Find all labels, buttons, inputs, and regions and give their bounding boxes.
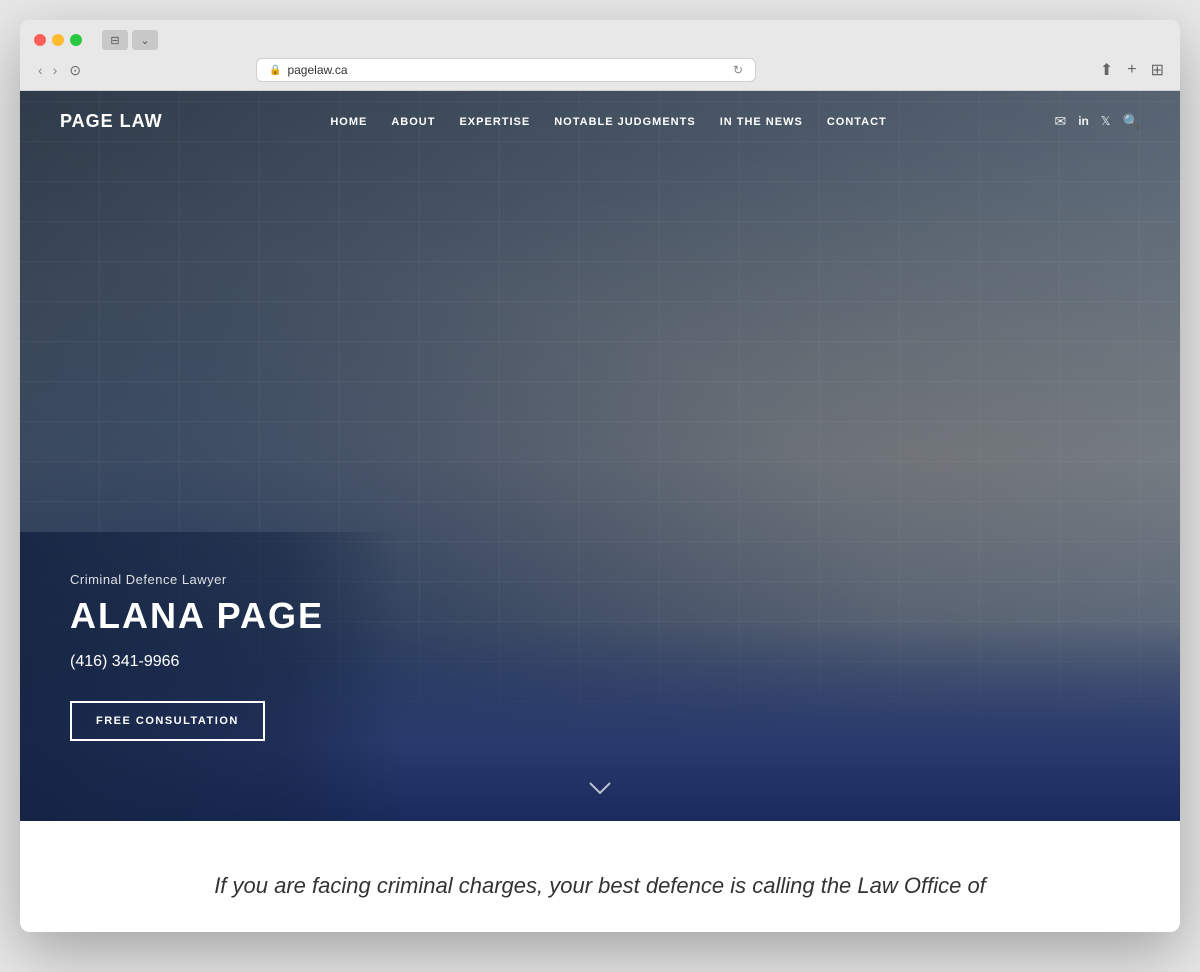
lock-icon: 🔒 [269,65,281,76]
nav-link-home[interactable]: HOME [330,116,367,128]
forward-button[interactable]: › [49,60,62,80]
navigation-bar: PAGE LAW HOME ABOUT EXPERTISE NOTABLE JU… [20,91,1180,151]
nav-link-about[interactable]: ABOUT [391,116,435,128]
free-consultation-button[interactable]: FREE CONSULTATION [70,701,265,741]
nav-social-icons: ✉ in 𝕏 🔍 [1054,113,1140,130]
maximize-button[interactable] [70,34,82,46]
back-button[interactable]: ‹ [34,60,47,80]
browser-actions: ⬆ + ⊞ [1098,58,1166,82]
browser-top-bar: ⊟ ⌄ [34,30,1166,50]
hero-phone[interactable]: (416) 341-9966 [70,653,350,671]
hero-text-overlay: Criminal Defence Lawyer ALANA PAGE (416)… [20,532,400,821]
url-text: pagelaw.ca [287,63,347,77]
below-hero-section: If you are facing criminal charges, your… [20,821,1180,932]
traffic-lights [34,34,82,46]
nav-item-in-the-news[interactable]: IN THE NEWS [720,112,803,130]
linkedin-icon[interactable]: in [1078,114,1089,128]
browser-chrome: ⊟ ⌄ ‹ › ⊙ 🔒 pagelaw.ca ↻ ⬆ + ⊞ [20,20,1180,91]
browser-controls: ⊟ ⌄ [102,30,158,50]
hero-section: PAGE LAW HOME ABOUT EXPERTISE NOTABLE JU… [20,91,1180,821]
share-button[interactable]: ⬆ [1098,58,1115,82]
website-content: PAGE LAW HOME ABOUT EXPERTISE NOTABLE JU… [20,91,1180,932]
nav-link-notable-judgments[interactable]: NOTABLE JUDGMENTS [554,116,695,128]
minimize-button[interactable] [52,34,64,46]
browser-window: ⊟ ⌄ ‹ › ⊙ 🔒 pagelaw.ca ↻ ⬆ + ⊞ [20,20,1180,932]
nav-links-list: HOME ABOUT EXPERTISE NOTABLE JUDGMENTS I… [330,112,886,130]
tab-view-button[interactable]: ⊟ [102,30,128,50]
nav-link-expertise[interactable]: EXPERTISE [459,116,530,128]
address-bar-row: ‹ › ⊙ 🔒 pagelaw.ca ↻ ⬆ + ⊞ [34,58,1166,90]
tab-view-toggle[interactable]: ⌄ [132,30,158,50]
reload-icon[interactable]: ↻ [733,63,743,77]
address-bar[interactable]: 🔒 pagelaw.ca ↻ [256,58,756,82]
nav-item-home[interactable]: HOME [330,112,367,130]
hero-title: ALANA PAGE [70,595,350,637]
shield-icon: ⊙ [69,62,81,79]
tab-grid-button[interactable]: ⊞ [1149,58,1166,82]
site-logo[interactable]: PAGE LAW [60,111,163,132]
twitter-icon[interactable]: 𝕏 [1101,114,1111,128]
hero-subtitle: Criminal Defence Lawyer [70,572,350,587]
scroll-down-indicator[interactable] [588,778,612,801]
nav-item-notable-judgments[interactable]: NOTABLE JUDGMENTS [554,112,695,130]
nav-link-contact[interactable]: CONTACT [827,116,887,128]
nav-item-expertise[interactable]: EXPERTISE [459,112,530,130]
email-icon[interactable]: ✉ [1054,113,1066,130]
nav-item-contact[interactable]: CONTACT [827,112,887,130]
below-hero-text: If you are facing criminal charges, your… [150,871,1050,902]
nav-item-about[interactable]: ABOUT [391,112,435,130]
new-tab-button[interactable]: + [1125,59,1138,81]
search-icon[interactable]: 🔍 [1123,113,1140,130]
close-button[interactable] [34,34,46,46]
nav-arrows: ‹ › [34,60,61,80]
nav-link-in-the-news[interactable]: IN THE NEWS [720,116,803,128]
